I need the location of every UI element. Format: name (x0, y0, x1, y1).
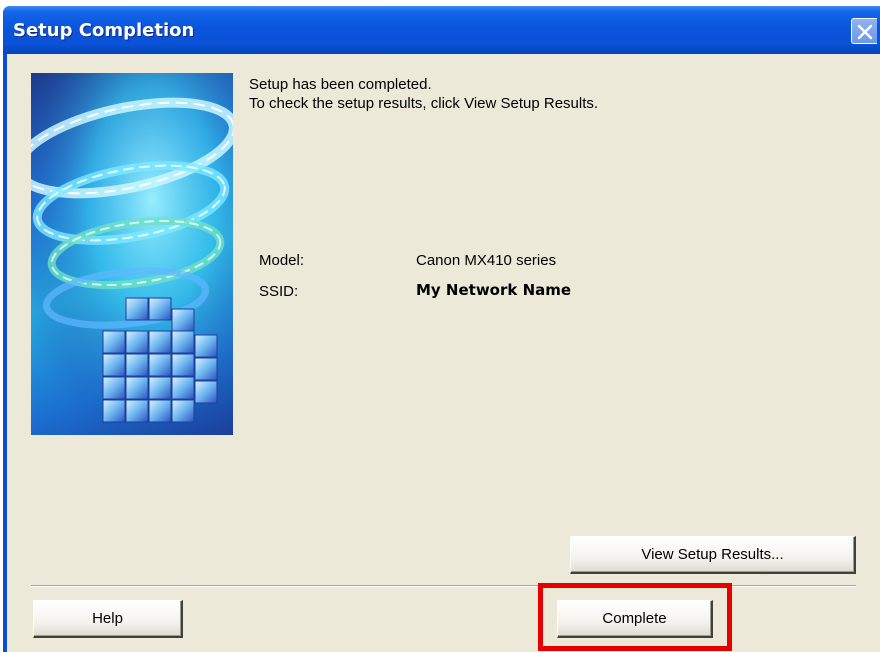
model-label: Model: (259, 252, 305, 269)
completion-message: Setup has been completed. To check the s… (249, 75, 598, 113)
message-line-1: Setup has been completed. (249, 76, 432, 93)
ssid-value: My Network Name (416, 281, 572, 299)
help-button[interactable]: Help (33, 600, 183, 638)
setup-illustration-graphic (31, 73, 233, 435)
dialog-body: Setup has been completed. To check the s… (7, 54, 880, 652)
complete-button-highlight (538, 583, 732, 651)
view-setup-results-label: View Setup Results... (641, 546, 784, 563)
view-setup-results-button[interactable]: View Setup Results... (570, 536, 856, 574)
window-title: Setup Completion (13, 20, 195, 41)
help-label: Help (92, 610, 123, 627)
separator-line (31, 585, 856, 587)
ssid-label: SSID: (259, 283, 299, 300)
title-bar[interactable]: Setup Completion (3, 6, 880, 54)
close-icon (857, 24, 873, 40)
model-value: Canon MX410 series (416, 252, 557, 269)
message-line-2: To check the setup results, click View S… (249, 95, 599, 112)
setup-illustration (31, 73, 233, 435)
setup-completion-window: Setup Completion Setup has been complete… (3, 6, 880, 652)
close-button[interactable] (851, 18, 877, 44)
